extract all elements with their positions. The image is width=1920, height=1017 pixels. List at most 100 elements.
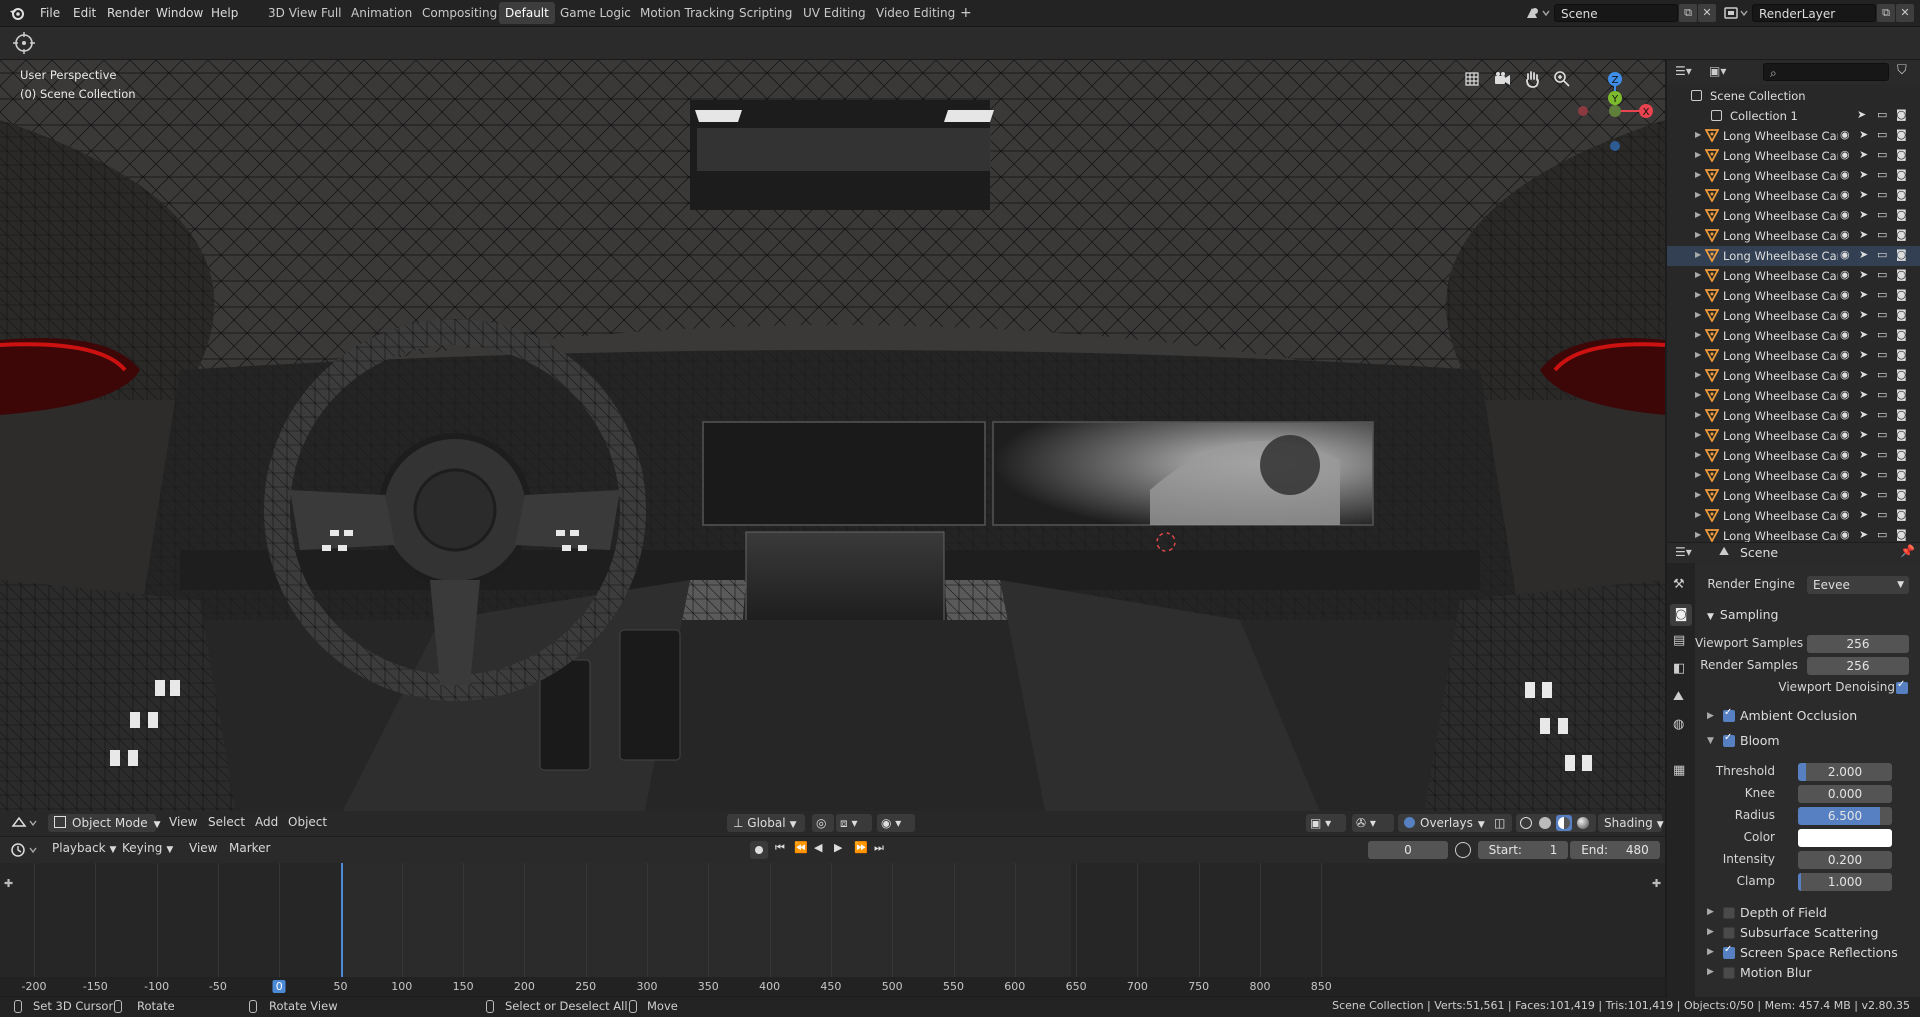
monitor-icon[interactable]: ▭ bbox=[1877, 448, 1887, 461]
outliner-row-object[interactable]: ▶ Long Wheelbase Car ◉ ➤ ▭ ◙ bbox=[1667, 326, 1920, 346]
tab-game-logic[interactable]: Game Logic bbox=[554, 2, 637, 24]
render-samples-field[interactable]: 256 bbox=[1807, 657, 1909, 675]
tab-3d-view-full[interactable]: 3D View Full bbox=[262, 2, 348, 24]
view-object-types-icon[interactable]: ▣ ▾ bbox=[1306, 814, 1346, 832]
viewport-samples-field[interactable]: 256 bbox=[1807, 635, 1909, 653]
eye-icon[interactable]: ◉ bbox=[1840, 128, 1850, 141]
expand-arrow-icon[interactable]: ▶ bbox=[1695, 370, 1701, 379]
select-arrow-icon[interactable]: ➤ bbox=[1859, 188, 1868, 201]
expand-arrow-icon[interactable]: ▶ bbox=[1695, 310, 1701, 319]
expand-arrow-icon[interactable]: ▶ bbox=[1695, 270, 1701, 279]
timeline-menu-marker[interactable]: Marker bbox=[229, 841, 270, 855]
expand-arrow-icon[interactable]: ▶ bbox=[1695, 350, 1701, 359]
pin-icon[interactable]: 📌 bbox=[1900, 544, 1915, 558]
expand-arrow-icon[interactable]: ▶ bbox=[1695, 510, 1701, 519]
render-layer-icon[interactable] bbox=[1723, 4, 1749, 22]
camera-render-icon[interactable]: ◙ bbox=[1896, 248, 1907, 261]
eye-icon[interactable]: ◉ bbox=[1840, 288, 1850, 301]
tab-scripting[interactable]: Scripting bbox=[733, 2, 798, 24]
camera-render-icon[interactable]: ◙ bbox=[1896, 488, 1907, 501]
eye-icon[interactable]: ◉ bbox=[1840, 488, 1850, 501]
tool-tab-icon[interactable]: ⚒ bbox=[1673, 577, 1685, 592]
bloom-expand-icon[interactable]: ▼ bbox=[1707, 736, 1714, 746]
display-mode-icon[interactable]: ▣▾ bbox=[1709, 64, 1726, 78]
select-arrow-icon[interactable]: ➤ bbox=[1859, 368, 1868, 381]
outliner-search-input[interactable]: ⌕ bbox=[1763, 63, 1889, 81]
expand-arrow-icon[interactable]: ▶ bbox=[1695, 130, 1701, 139]
monitor-icon[interactable]: ▭ bbox=[1877, 408, 1887, 421]
expand-arrow-icon[interactable]: ▶ bbox=[1695, 190, 1701, 199]
monitor-icon[interactable]: ▭ bbox=[1877, 148, 1887, 161]
monitor-icon[interactable]: ▭ bbox=[1877, 328, 1887, 341]
outliner-row-object[interactable]: ▶ Long Wheelbase Car ◉ ➤ ▭ ◙ bbox=[1667, 246, 1920, 266]
eye-icon[interactable]: ◉ bbox=[1840, 348, 1850, 361]
select-arrow-icon[interactable]: ➤ bbox=[1859, 528, 1868, 541]
panel-enable-checkbox[interactable] bbox=[1723, 967, 1735, 979]
menu-help[interactable]: Help bbox=[211, 0, 238, 26]
expand-arrow-icon[interactable]: ▶ bbox=[1695, 430, 1701, 439]
eye-icon[interactable]: ◉ bbox=[1840, 228, 1850, 241]
timeline-area[interactable]: ✚ ✚ -200 -150 -100 -50 0 50 100 150 200 250 300 350… bbox=[0, 863, 1665, 996]
monitor-icon[interactable]: ▭ bbox=[1877, 128, 1887, 141]
tab-compositing[interactable]: Compositing bbox=[416, 2, 503, 24]
xray-toggle-icon[interactable]: ◫ bbox=[1490, 814, 1512, 832]
camera-render-icon[interactable]: ◙ bbox=[1896, 448, 1907, 461]
outliner-row-object[interactable]: ▶ Long Wheelbase Car ◉ ➤ ▭ ◙ bbox=[1667, 186, 1920, 206]
expand-arrow-icon[interactable]: ▶ bbox=[1695, 450, 1701, 459]
expand-arrow-icon[interactable]: ▶ bbox=[1695, 390, 1701, 399]
select-arrow-icon[interactable]: ➤ bbox=[1859, 408, 1868, 421]
eye-icon[interactable]: ◉ bbox=[1840, 448, 1850, 461]
prev-keyframe-icon[interactable]: ⏪ bbox=[794, 841, 808, 854]
monitor-icon[interactable]: ▭ bbox=[1877, 168, 1887, 181]
overlays-dropdown[interactable]: Overlays ▼ bbox=[1398, 814, 1494, 832]
pan-hand-icon[interactable] bbox=[1523, 70, 1541, 88]
scene-icon[interactable] bbox=[1525, 4, 1551, 22]
outliner-row-scene-collection[interactable]: Scene Collection bbox=[1667, 86, 1920, 106]
eye-icon[interactable]: ◉ bbox=[1840, 368, 1850, 381]
outliner-row-object[interactable]: ▶ Long Wheelbase Car ◉ ➤ ▭ ◙ bbox=[1667, 366, 1920, 386]
monitor-icon[interactable]: ▭ bbox=[1877, 308, 1887, 321]
sampling-panel-header[interactable]: ▼ Sampling bbox=[1707, 607, 1778, 622]
eye-icon[interactable]: ◉ bbox=[1840, 528, 1850, 541]
property-panel-header[interactable]: ▶ ✓ Screen Space Reflections bbox=[1695, 944, 1920, 963]
frame-start-field[interactable]: Start: 1 bbox=[1478, 841, 1568, 859]
camera-view-icon[interactable] bbox=[1493, 70, 1511, 88]
panel-enable-checkbox[interactable] bbox=[1723, 907, 1735, 919]
wireframe-shading-icon[interactable] bbox=[1520, 817, 1532, 829]
camera-render-icon[interactable]: ◙ bbox=[1896, 528, 1907, 541]
select-arrow-icon[interactable]: ➤ bbox=[1859, 488, 1868, 501]
camera-render-icon[interactable]: ◙ bbox=[1896, 428, 1907, 441]
pivot-point-icon[interactable]: ◎ bbox=[812, 814, 834, 832]
scene-duplicate-button[interactable]: ⧉ bbox=[1679, 4, 1697, 22]
gizmo-toggle-icon[interactable]: ✇ ▾ bbox=[1352, 814, 1394, 832]
render-tab-icon[interactable]: ◙ bbox=[1670, 604, 1692, 626]
expand-arrow-icon[interactable]: ▶ bbox=[1695, 490, 1701, 499]
ambient-occlusion-label[interactable]: Ambient Occlusion bbox=[1740, 708, 1857, 723]
monitor-icon[interactable]: ▭ bbox=[1877, 368, 1887, 381]
monitor-icon[interactable]: ▭ bbox=[1877, 468, 1887, 481]
expand-arrow-icon[interactable]: ▶ bbox=[1695, 470, 1701, 479]
viewport-menu-view[interactable]: View bbox=[169, 815, 197, 829]
expand-arrow-icon[interactable]: ▶ bbox=[1695, 330, 1701, 339]
record-button[interactable] bbox=[750, 841, 768, 859]
expand-arrow-icon[interactable]: ▶ bbox=[1695, 290, 1701, 299]
intensity-field[interactable]: 0.200 bbox=[1798, 851, 1892, 869]
camera-render-icon[interactable]: ◙ bbox=[1896, 328, 1907, 341]
eye-icon[interactable]: ◉ bbox=[1840, 268, 1850, 281]
outliner-row-object[interactable]: ▶ Long Wheelbase Car ◉ ➤ ▭ ◙ bbox=[1667, 306, 1920, 326]
select-arrow-icon[interactable]: ➤ bbox=[1859, 168, 1868, 181]
property-panel-header[interactable]: ▶ Subsurface Scattering bbox=[1695, 925, 1920, 943]
monitor-icon[interactable]: ▭ bbox=[1877, 288, 1887, 301]
expand-arrow-icon[interactable]: ▶ bbox=[1707, 907, 1714, 917]
toggle-camera-grid-icon[interactable] bbox=[1463, 70, 1481, 88]
bloom-checkbox[interactable]: ✓ bbox=[1723, 732, 1735, 747]
eye-icon[interactable]: ◉ bbox=[1840, 388, 1850, 401]
monitor-icon[interactable]: ▭ bbox=[1877, 488, 1887, 501]
eye-icon[interactable]: ◉ bbox=[1840, 468, 1850, 481]
use-preview-range-icon[interactable] bbox=[1455, 842, 1471, 858]
monitor-icon[interactable]: ▭ bbox=[1877, 188, 1887, 201]
navigation-gizmo[interactable]: Z X Y bbox=[1570, 66, 1660, 156]
timeline-menu-keying[interactable]: Keying ▼ bbox=[122, 841, 173, 855]
tab-animation[interactable]: Animation bbox=[345, 2, 418, 24]
view-layer-tab-icon[interactable]: ◧ bbox=[1673, 661, 1685, 676]
